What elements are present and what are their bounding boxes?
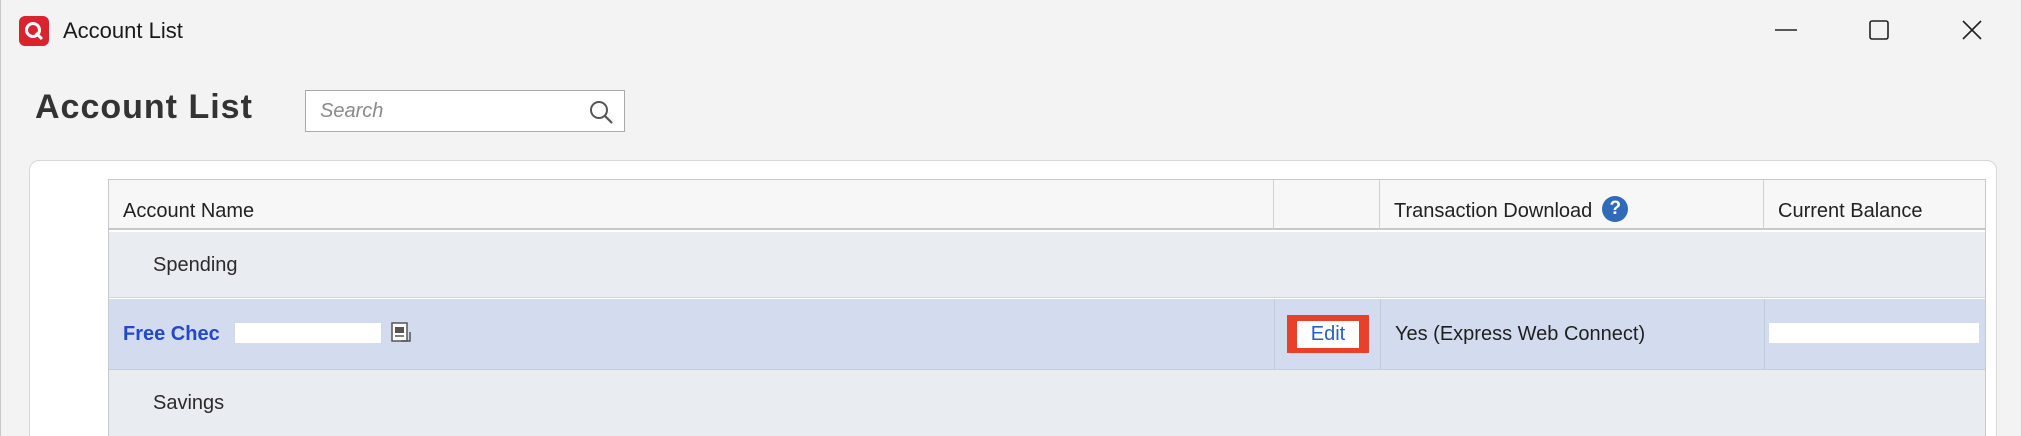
redacted-balance [1769,323,1979,343]
minimize-icon [1775,29,1797,31]
maximize-icon [1869,20,1889,40]
search-icon[interactable] [588,99,614,125]
quicken-logo-icon [19,16,49,46]
account-list-window: Account List Account List Account Name [0,0,2022,436]
title-bar: Account List [1,0,2021,60]
close-button[interactable] [1927,0,2017,60]
group-label: Savings [153,392,225,414]
search-box[interactable] [305,90,625,132]
group-row-spending[interactable]: Spending [109,232,1985,298]
column-header-current-balance[interactable]: Current Balance [1764,180,1985,230]
redacted-account-name [235,323,381,343]
column-header-actions [1274,180,1380,230]
account-grid: Account Name Transaction Download ? Curr… [108,179,1986,436]
help-icon[interactable]: ? [1602,196,1629,222]
maximize-button[interactable] [1834,0,1924,60]
download-status: Yes (Express Web Connect) [1395,323,1646,345]
column-header-transaction-download[interactable]: Transaction Download ? [1380,180,1764,230]
minimize-button[interactable] [1741,0,1831,60]
column-header-account-name[interactable]: Account Name [109,180,1274,230]
cell-divider [1380,299,1381,370]
account-name-link[interactable]: Free Chec [123,323,220,346]
content-area: Account List Account Name Transacti [3,60,2019,436]
group-row-savings[interactable]: Savings [109,370,1985,436]
close-icon [1962,20,1982,40]
page-title: Account List [35,88,253,126]
account-details-icon[interactable] [389,321,413,345]
cell-divider [1274,299,1275,370]
account-list-panel: Account Name Transaction Download ? Curr… [29,160,1997,436]
edit-button[interactable]: Edit [1287,315,1369,353]
grid-header: Account Name Transaction Download ? Curr… [109,180,1985,230]
account-row[interactable]: Free Chec Edit Yes (Express Web Connect) [109,299,1985,370]
cell-divider [1764,299,1765,370]
group-label: Spending [153,254,238,276]
window-title: Account List [63,18,183,43]
search-input[interactable] [320,99,580,123]
